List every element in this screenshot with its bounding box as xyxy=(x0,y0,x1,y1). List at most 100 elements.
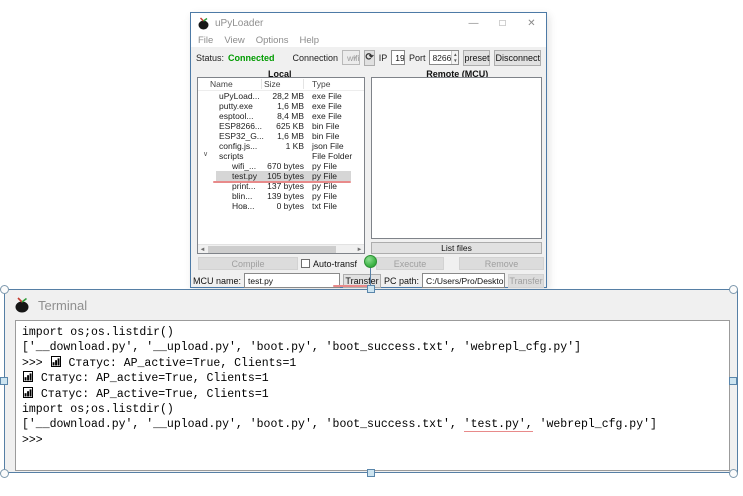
selection-handle-bottom-left[interactable] xyxy=(0,469,9,478)
maximize-button[interactable]: □ xyxy=(488,13,517,34)
window-controls: — □ ✕ xyxy=(459,13,546,34)
file-row[interactable]: Нов... 0 bytes txt File xyxy=(198,201,364,211)
remote-file-list[interactable] xyxy=(371,77,542,239)
terminal-text: import os;os.listdir() xyxy=(22,326,174,339)
auto-transfer-group: Auto-transf xyxy=(301,259,357,269)
status-label: Status: xyxy=(196,52,225,63)
compile-button[interactable]: Compile xyxy=(198,257,298,270)
chevron-down-icon[interactable]: ▼ xyxy=(452,57,459,64)
file-row[interactable]: wifi_... 670 bytes py File xyxy=(198,161,364,171)
ip-label: IP xyxy=(378,52,388,63)
selection-handle-top-left[interactable] xyxy=(0,285,9,294)
file-row[interactable]: ESP8266... 625 KB bin File xyxy=(198,121,364,131)
file-type: py File xyxy=(312,171,338,181)
close-button[interactable]: ✕ xyxy=(517,13,546,34)
scroll-left-icon[interactable]: ◄ xyxy=(198,245,207,253)
terminal-text: 'webrepl_cfg.py'] xyxy=(532,418,657,432)
terminal-output[interactable]: import os;os.listdir() ['__download.py', … xyxy=(15,320,730,471)
local-file-tree[interactable]: Name Size Type uPyLoad... 28,2 MB exe File… xyxy=(197,77,365,254)
horizontal-scrollbar[interactable]: ◄ ► xyxy=(198,244,364,253)
file-type: py File xyxy=(312,181,338,191)
file-row[interactable]: print... 137 bytes py File xyxy=(198,181,364,191)
column-header-name[interactable]: Name xyxy=(198,79,262,89)
terminal-title-bar[interactable]: Terminal xyxy=(5,290,737,320)
file-type: exe File xyxy=(312,111,342,121)
terminal-text: Статус: AP_active=True, Clients=1 xyxy=(61,356,297,370)
ip-input[interactable]: 192.168.4.1 xyxy=(391,50,405,65)
menu-bar: File View Options Help xyxy=(191,34,546,47)
selection-handle-top-center[interactable] xyxy=(367,285,375,293)
file-row[interactable]: config.js... 1 KB json File xyxy=(198,141,364,151)
port-label: Port xyxy=(408,52,426,63)
terminal-window: Terminal import os;os.listdir() ['__downl… xyxy=(5,290,737,473)
file-row[interactable]: test.py 105 bytes py File xyxy=(198,171,364,183)
connection-label: Connection xyxy=(292,52,339,63)
bar-chart-icon xyxy=(50,355,61,367)
file-name: Нов... xyxy=(232,201,255,211)
menu-item-options[interactable]: Options xyxy=(256,35,289,46)
file-row[interactable]: ESP32_G... 1,6 MB bin File xyxy=(198,131,364,141)
rotation-handle[interactable] xyxy=(364,255,377,268)
terminal-text: >>> xyxy=(22,433,43,447)
menu-item-view[interactable]: View xyxy=(224,35,244,46)
remove-button[interactable]: Remove xyxy=(459,257,544,270)
upyloader-app-icon xyxy=(15,297,29,313)
terminal-title: Terminal xyxy=(38,297,88,313)
selection-handle-middle-right[interactable] xyxy=(729,377,737,385)
upyloader-window: uPyLoader — □ ✕ File View Options Help Stat… xyxy=(190,12,547,288)
minimize-button[interactable]: — xyxy=(459,13,488,34)
disconnect-button[interactable]: Disconnect xyxy=(494,49,541,66)
list-files-button[interactable]: List files xyxy=(371,242,542,254)
port-stepper[interactable]: 8266 ▲ ▼ xyxy=(429,50,460,65)
refresh-button[interactable]: ⟳ xyxy=(364,49,375,66)
bar-chart-icon xyxy=(23,386,33,398)
spinner-arrows[interactable]: ▲ ▼ xyxy=(451,51,459,64)
menu-item-help[interactable]: Help xyxy=(299,35,319,46)
terminal-text: ['__download.py', '__upload.py', 'boot.p… xyxy=(22,341,581,355)
file-size: 8,4 MB xyxy=(277,111,304,121)
pc-transfer-button[interactable]: Transfer xyxy=(508,273,544,288)
column-header-type[interactable]: Type xyxy=(304,79,330,89)
file-size: 28,2 MB xyxy=(272,91,304,101)
execute-button[interactable]: Execute xyxy=(376,257,444,270)
preset-button[interactable]: preset xyxy=(463,49,491,66)
file-type: py File xyxy=(312,161,338,171)
file-size: 139 bytes xyxy=(267,191,304,201)
file-row[interactable]: putty.exe 1,6 MB exe File xyxy=(198,101,364,111)
file-row[interactable]: ∨ scripts File Folder xyxy=(198,151,364,161)
auto-transfer-checkbox[interactable] xyxy=(301,259,310,268)
title-bar[interactable]: uPyLoader — □ ✕ xyxy=(191,13,546,34)
annotated-terminal-text: 'test.py', xyxy=(463,418,533,433)
file-name: ∨ scripts xyxy=(203,150,244,161)
file-name: test.py xyxy=(232,171,258,181)
file-name: ESP8266... xyxy=(219,121,263,131)
menu-item-file[interactable]: File xyxy=(198,35,213,46)
connection-select[interactable]: wifi ▾ xyxy=(342,50,361,65)
file-name: esptool... xyxy=(219,111,254,121)
file-size: 1 KB xyxy=(285,141,304,151)
tree-column-headers[interactable]: Name Size Type xyxy=(198,78,364,91)
selection-handle-middle-left[interactable] xyxy=(0,377,8,385)
chevron-down-icon[interactable]: ∨ xyxy=(203,150,208,158)
file-type: bin File xyxy=(312,131,340,141)
pc-path-input[interactable]: C:/Users/Pro/Desktop/ESPtools xyxy=(422,273,505,288)
column-header-size[interactable]: Size xyxy=(262,79,304,89)
status-value: Connected xyxy=(228,52,275,63)
file-size: 1,6 MB xyxy=(277,101,304,111)
terminal-text: Статус: AP_active=True, Clients=1 xyxy=(34,372,269,386)
scrollbar-thumb[interactable] xyxy=(208,246,336,253)
selection-handle-top-right[interactable] xyxy=(729,285,738,294)
connection-toolbar: Status: Connected Connection wifi ▾ ⟳ IP… xyxy=(191,47,546,68)
scroll-right-icon[interactable]: ► xyxy=(355,245,364,253)
file-row[interactable]: esptool... 8,4 MB exe File xyxy=(198,111,364,121)
chevron-down-icon: ▾ xyxy=(352,54,357,62)
file-name: putty.exe xyxy=(219,101,253,111)
mcu-name-input[interactable]: test.py xyxy=(244,273,341,288)
selection-handle-bottom-center[interactable] xyxy=(367,469,375,477)
selection-handle-bottom-right[interactable] xyxy=(729,469,738,478)
terminal-text: >>> xyxy=(22,356,50,370)
terminal-text: Статус: AP_active=True, Clients=1 xyxy=(34,387,269,401)
file-row[interactable]: uPyLoad... 28,2 MB exe File xyxy=(198,91,364,101)
file-type: json File xyxy=(312,141,344,151)
file-row[interactable]: blin... 139 bytes py File xyxy=(198,191,364,201)
